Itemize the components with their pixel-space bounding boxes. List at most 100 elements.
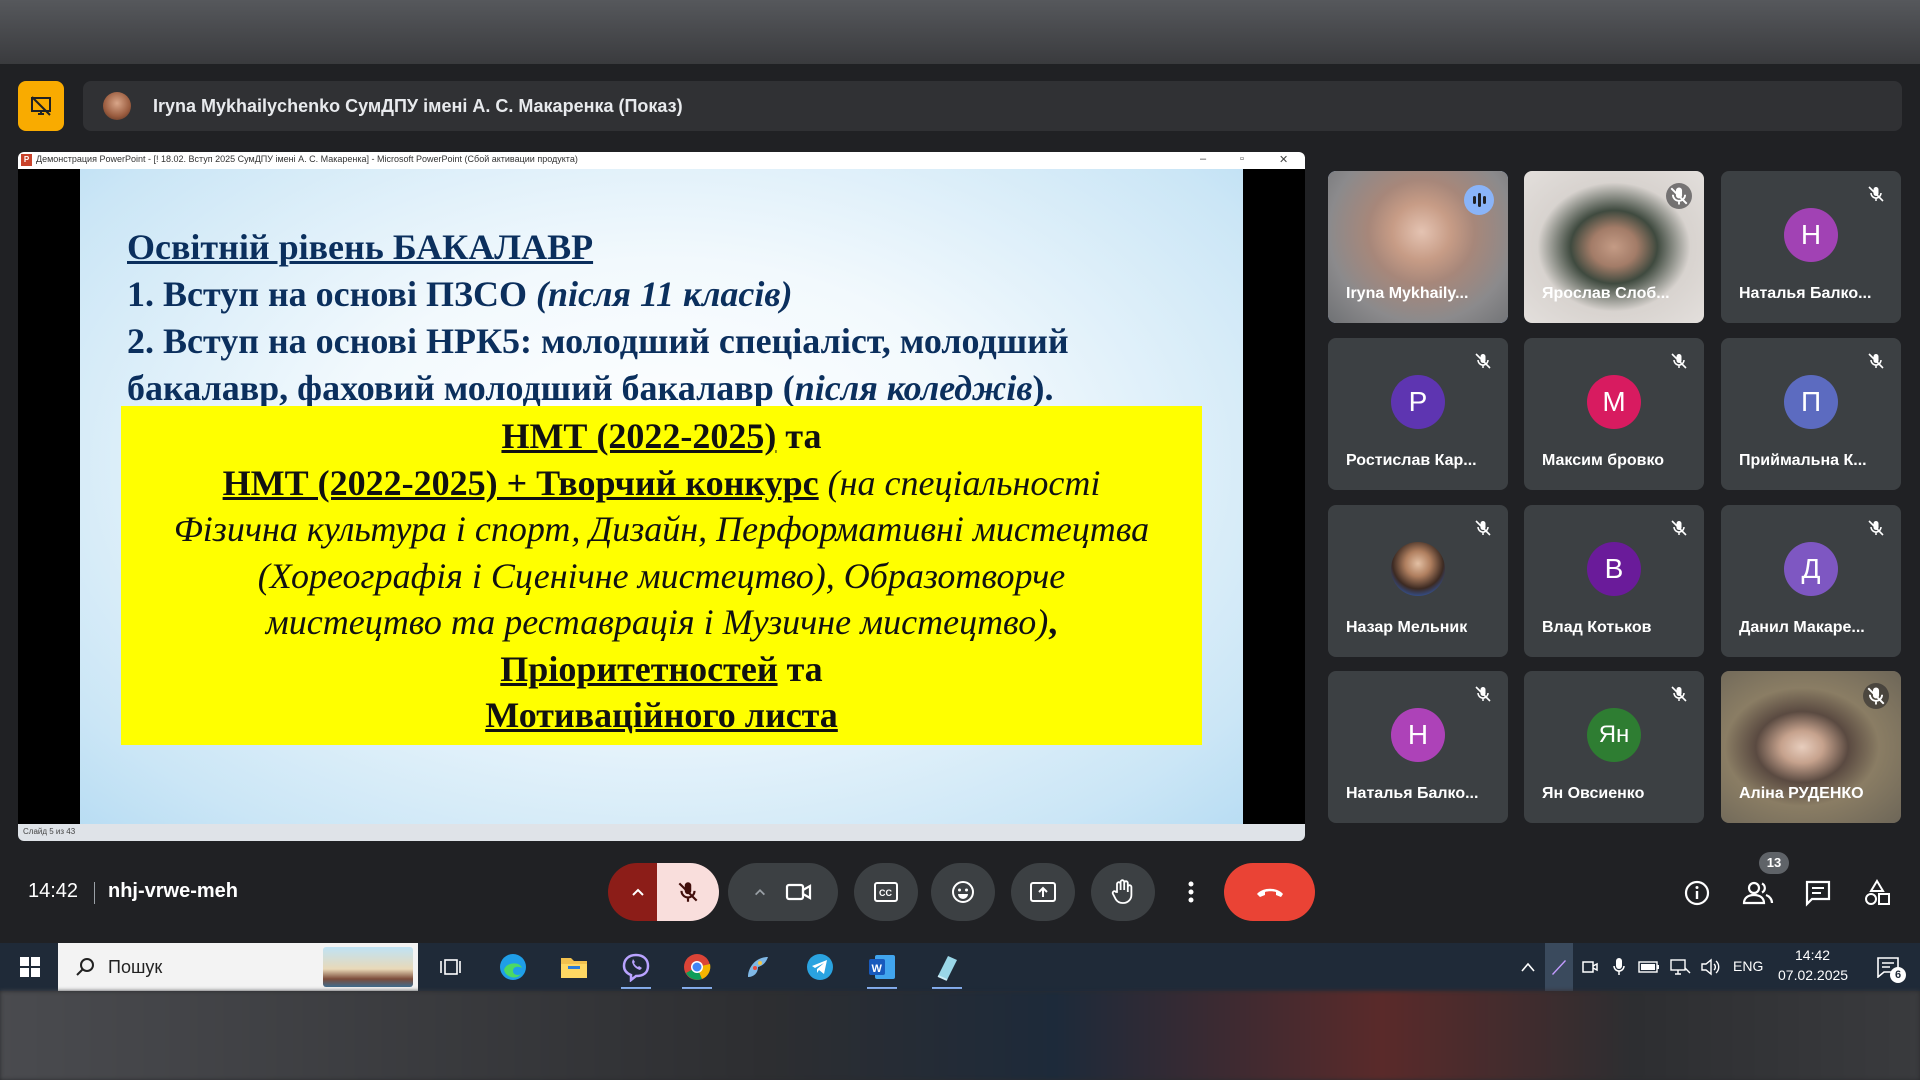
avatar: В (1587, 542, 1641, 596)
presenter-name: Iryna Mykhailychenko СумДПУ імені А. С. … (153, 96, 683, 116)
participant-tile[interactable]: П Приймальна К... (1721, 338, 1901, 490)
notification-center-button[interactable]: 6 (1868, 943, 1908, 991)
presenter-bar: Iryna Mykhailychenko СумДПУ імені А. С. … (18, 81, 1902, 131)
word-icon: W (869, 955, 895, 979)
mic-off-icon (1863, 683, 1889, 709)
captions-button[interactable]: CC (854, 863, 918, 921)
minimize-icon[interactable]: – (1200, 153, 1206, 165)
box-line: (на спеціальності (818, 462, 1101, 503)
present-screen-icon (1030, 882, 1056, 902)
other-app[interactable] (922, 943, 972, 991)
participant-tile[interactable]: Н Наталья Балко... (1721, 171, 1901, 323)
paint-app[interactable] (733, 943, 783, 991)
present-button[interactable] (1011, 863, 1075, 921)
participant-tile[interactable]: Назар Мельник (1328, 505, 1508, 657)
search-icon (76, 958, 94, 976)
participant-tile[interactable]: Д Данил Макаре... (1721, 505, 1901, 657)
pen-workspace-button[interactable] (1545, 943, 1573, 991)
camera-button[interactable] (728, 863, 838, 921)
task-view-button[interactable] (428, 943, 472, 991)
hand-icon (1111, 879, 1133, 904)
chrome-app[interactable] (672, 943, 722, 991)
activities-button[interactable] (1860, 876, 1894, 910)
slide: Освітній рівень БАКАЛАВР 1. Вступ на осн… (80, 169, 1243, 824)
active-indicator (621, 987, 651, 989)
battery-tray[interactable] (1636, 943, 1662, 991)
language-indicator[interactable]: ENG (1733, 958, 1763, 974)
box-line: Фізична культура і спорт, Дизайн, Перфор… (173, 509, 1150, 549)
powerpoint-icon: P (21, 154, 32, 166)
word-app[interactable]: W (857, 943, 907, 991)
activities-icon (1865, 879, 1890, 905)
volume-tray[interactable] (1697, 943, 1723, 991)
participant-tile[interactable]: Ян Ян Овсиенко (1524, 671, 1704, 823)
meet-now-tray[interactable] (1578, 943, 1602, 991)
meeting-time: 14:42 (28, 880, 79, 902)
close-icon[interactable]: ✕ (1279, 153, 1288, 166)
restore-icon[interactable]: ▫ (1240, 153, 1244, 165)
raise-hand-button[interactable] (1091, 863, 1155, 921)
viber-icon (622, 953, 650, 982)
avatar (103, 92, 131, 120)
taskbar-search[interactable]: Пошук (58, 943, 418, 991)
network-icon (1670, 959, 1691, 975)
slide-title: Освітній рівень БАКАЛАВР (127, 227, 594, 267)
participant-name: Приймальна К... (1739, 452, 1867, 469)
meeting-details-button[interactable] (1680, 876, 1714, 910)
participant-tile[interactable]: Аліна РУДЕНКО (1721, 671, 1901, 823)
participant-name: Максим бровко (1542, 452, 1665, 469)
microphone-tray[interactable] (1607, 943, 1631, 991)
windows-logo-icon (20, 957, 40, 977)
file-explorer-app[interactable] (549, 943, 599, 991)
chevron-up-icon (1521, 962, 1535, 972)
captions-icon: CC (874, 882, 898, 902)
participant-tile[interactable]: Ярослав Слоб... (1524, 171, 1704, 323)
slide-header-text: Освітній рівень БАКАЛАВР 1. Вступ на осн… (127, 224, 1227, 412)
participant-tile[interactable]: В Влад Котьков (1524, 505, 1704, 657)
presenter-info: Iryna Mykhailychenko СумДПУ імені А. С. … (83, 81, 1902, 131)
camera-tray-icon (1582, 961, 1598, 973)
mic-off-icon (1868, 520, 1884, 536)
participant-name: Влад Котьков (1542, 619, 1652, 636)
presentation-off-icon[interactable] (18, 81, 64, 131)
chat-button[interactable] (1801, 876, 1835, 910)
telegram-app[interactable] (795, 943, 845, 991)
top-blur-band (0, 0, 1920, 64)
window-title: Демонстрация PowerPoint - [! 18.02. Всту… (36, 154, 578, 164)
mic-off-icon (1868, 353, 1884, 369)
leave-call-button[interactable] (1224, 863, 1315, 921)
avatar: Н (1784, 208, 1838, 262)
microphone-button[interactable] (657, 863, 719, 921)
start-button[interactable] (8, 943, 52, 991)
clock-time[interactable]: 14:42 (1795, 947, 1830, 963)
edge-app[interactable] (488, 943, 538, 991)
reactions-button[interactable] (931, 863, 995, 921)
divider (94, 882, 95, 904)
people-icon (1742, 881, 1774, 905)
box-line: (Хореографія і Сценічне мистецтво), Обра… (257, 555, 1066, 596)
clock-date[interactable]: 07.02.2025 (1778, 967, 1848, 983)
mic-off-icon (678, 882, 698, 902)
show-hidden-icons-button[interactable] (1515, 943, 1541, 991)
chevron-up-icon (755, 889, 765, 896)
viber-app[interactable] (611, 943, 661, 991)
edge-icon (500, 954, 526, 980)
search-placeholder: Пошук (108, 957, 163, 977)
volume-icon (1701, 958, 1720, 976)
avatar: Д (1784, 542, 1838, 596)
participant-tile[interactable]: Iryna Mykhaily... (1328, 171, 1508, 323)
network-tray[interactable] (1667, 943, 1693, 991)
participant-name: Данил Макаре... (1739, 619, 1865, 636)
speaking-indicator-icon (1464, 185, 1494, 215)
participant-tile[interactable]: М Максим бровко (1524, 338, 1704, 490)
chrome-icon (684, 954, 711, 980)
participant-tile[interactable]: Р Ростислав Кар... (1328, 338, 1508, 490)
more-options-button[interactable] (1167, 863, 1215, 921)
active-indicator (867, 987, 897, 989)
avatar: М (1587, 375, 1641, 429)
mic-off-icon (1671, 520, 1687, 536)
mic-off-icon (1475, 520, 1491, 536)
people-button[interactable] (1741, 876, 1775, 910)
participant-tile[interactable]: Н Наталья Балко... (1328, 671, 1508, 823)
pen-icon (1552, 960, 1566, 975)
